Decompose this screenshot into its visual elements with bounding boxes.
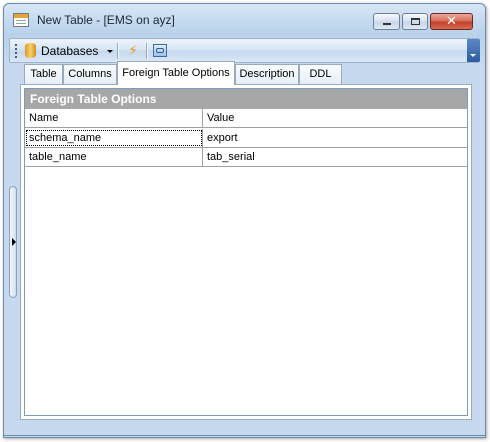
options-grid: Foreign Table Options Name Value schema_… [24,88,468,416]
grid-caption: Foreign Table Options [25,89,467,109]
table-row[interactable]: table_name tab_serial [25,148,467,167]
maximize-button[interactable] [402,13,428,30]
window-bottom-border [3,435,486,436]
databases-dropdown[interactable]: Databases [41,44,98,58]
table-row[interactable]: schema_name export [25,129,467,148]
chevron-down-icon[interactable] [107,50,113,53]
minimize-icon [383,23,391,25]
splitter-arrow-icon[interactable] [12,238,16,246]
database-icon[interactable] [25,43,36,58]
app-table-icon [13,13,29,27]
tab-foreign-table-options[interactable]: Foreign Table Options [117,61,235,85]
maximize-icon [411,18,420,25]
option-name-cell[interactable]: table_name [25,148,203,166]
window-title: New Table - [EMS on ayz] [37,13,175,27]
tab-columns[interactable]: Columns [63,64,117,84]
option-value-cell[interactable]: export [203,129,467,147]
toolbar-separator [117,43,119,59]
column-header-name[interactable]: Name [25,109,203,128]
tab-ddl[interactable]: DDL [299,64,342,84]
toolbar-options-button[interactable] [467,39,480,62]
option-value-cell[interactable]: tab_serial [203,148,467,166]
close-button[interactable]: ✕ [430,13,473,30]
option-name-cell[interactable]: schema_name [25,129,203,147]
minimize-button[interactable] [373,13,400,30]
toolbar-grip[interactable] [15,44,17,58]
close-icon: ✕ [446,14,457,29]
refresh-icon[interactable] [153,44,167,57]
tab-table[interactable]: Table [24,64,63,84]
toolbar-separator [146,43,148,59]
toolbar: Databases ⚡ [9,38,480,63]
tab-description[interactable]: Description [235,64,299,84]
column-header-value[interactable]: Value [203,109,467,128]
title-bar[interactable]: New Table - [EMS on ayz] ✕ [4,4,485,38]
lightning-icon[interactable]: ⚡ [125,43,141,59]
